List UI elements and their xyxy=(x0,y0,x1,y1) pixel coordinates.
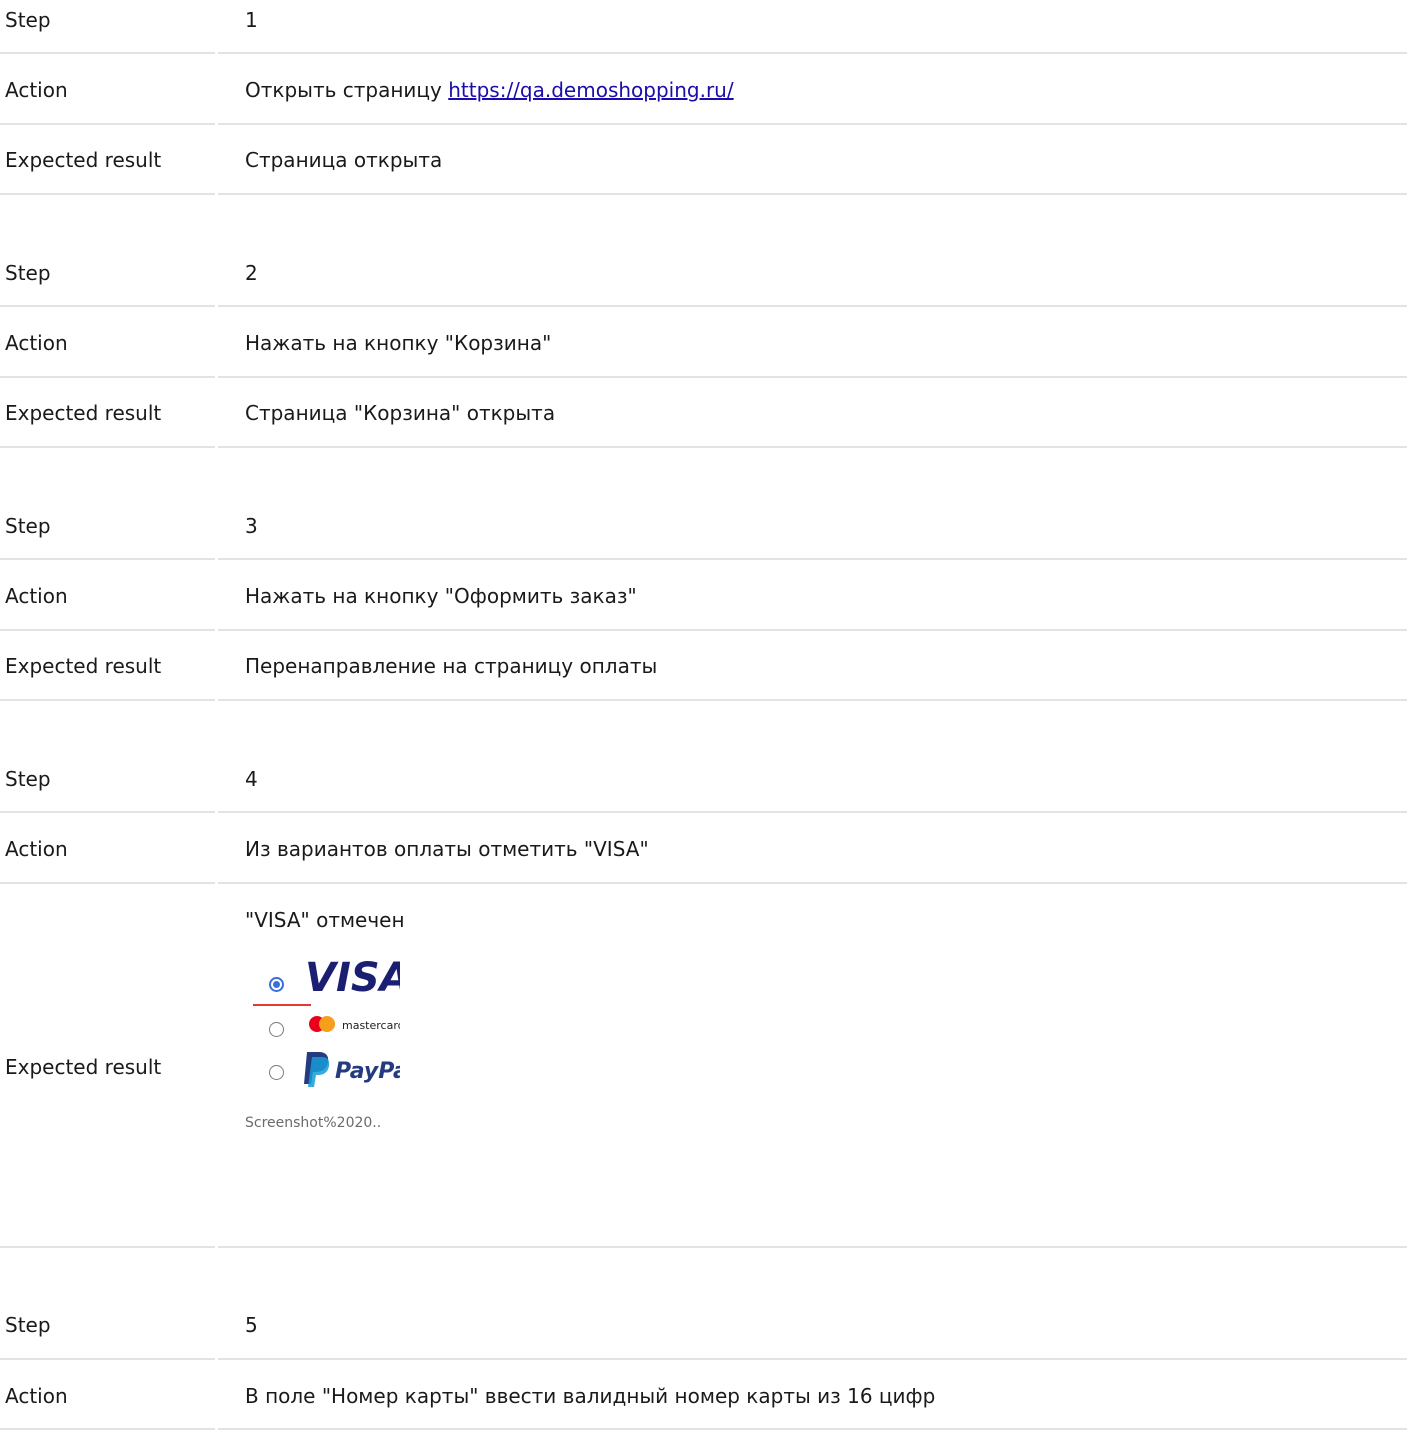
expected-label: Expected result xyxy=(5,654,162,678)
step-label: Step xyxy=(5,261,51,285)
svg-text:mastercard: mastercard xyxy=(342,1019,400,1032)
site-link[interactable]: https://qa.demoshopping.ru/ xyxy=(448,78,733,102)
expected-text: Страница "Корзина" открыта xyxy=(245,401,556,425)
step-label: Step xyxy=(5,8,51,32)
step-number: 5 xyxy=(245,1313,258,1337)
action-text: Нажать на кнопку "Корзина" xyxy=(245,331,552,355)
mastercard-wordmark: mastercard xyxy=(342,1019,400,1032)
divider xyxy=(0,1246,1407,1248)
divider xyxy=(0,123,1407,125)
divider xyxy=(0,811,1407,813)
divider xyxy=(0,558,1407,560)
step-number: 3 xyxy=(245,514,258,538)
action-text: В поле "Номер карты" ввести валидный ном… xyxy=(245,1384,936,1408)
svg-text:VISA: VISA xyxy=(305,955,400,997)
action-text: Открыть страницу https://qa.demoshopping… xyxy=(245,78,734,102)
step-number: 1 xyxy=(245,8,258,32)
action-text: Из вариантов оплаты отметить "VISA" xyxy=(245,837,649,861)
divider xyxy=(0,699,1407,701)
action-text-prefix: Открыть страницу xyxy=(245,78,449,102)
paypal-radio xyxy=(269,1065,284,1080)
action-text: Нажать на кнопку "Оформить заказ" xyxy=(245,584,637,608)
attachment-caption[interactable]: Screenshot%2020.. xyxy=(245,1114,381,1132)
expected-text: Перенаправление на страницу оплаты xyxy=(245,654,658,678)
selection-underline xyxy=(253,1004,311,1006)
svg-text:PayPal: PayPal xyxy=(335,1059,400,1084)
step-label: Step xyxy=(5,1313,51,1337)
divider xyxy=(0,52,1407,54)
divider xyxy=(0,629,1407,631)
action-label: Action xyxy=(5,584,68,608)
expected-text: Страница открыта xyxy=(245,148,443,172)
expected-text: "VISA" отмечен xyxy=(245,908,405,932)
step-label: Step xyxy=(5,767,51,791)
action-label: Action xyxy=(5,837,68,861)
action-label: Action xyxy=(5,331,68,355)
visa-logo-icon: VISA xyxy=(305,955,400,997)
divider xyxy=(0,305,1407,307)
divider xyxy=(0,1358,1407,1360)
step-number: 2 xyxy=(245,261,258,285)
divider xyxy=(0,376,1407,378)
divider xyxy=(0,882,1407,884)
mastercard-radio xyxy=(269,1022,284,1037)
screenshot-attachment-thumbnail[interactable]: VISA mastercard PayPal xyxy=(245,945,400,1095)
step-number: 4 xyxy=(245,767,258,791)
visa-radio-selected xyxy=(269,977,284,992)
step-label: Step xyxy=(5,514,51,538)
expected-label: Expected result xyxy=(5,148,162,172)
expected-label: Expected result xyxy=(5,1055,162,1079)
action-label: Action xyxy=(5,1384,68,1408)
paypal-logo-icon: PayPal xyxy=(304,1052,400,1087)
expected-label: Expected result xyxy=(5,401,162,425)
divider xyxy=(0,446,1407,448)
divider xyxy=(0,193,1407,195)
action-label: Action xyxy=(5,78,68,102)
